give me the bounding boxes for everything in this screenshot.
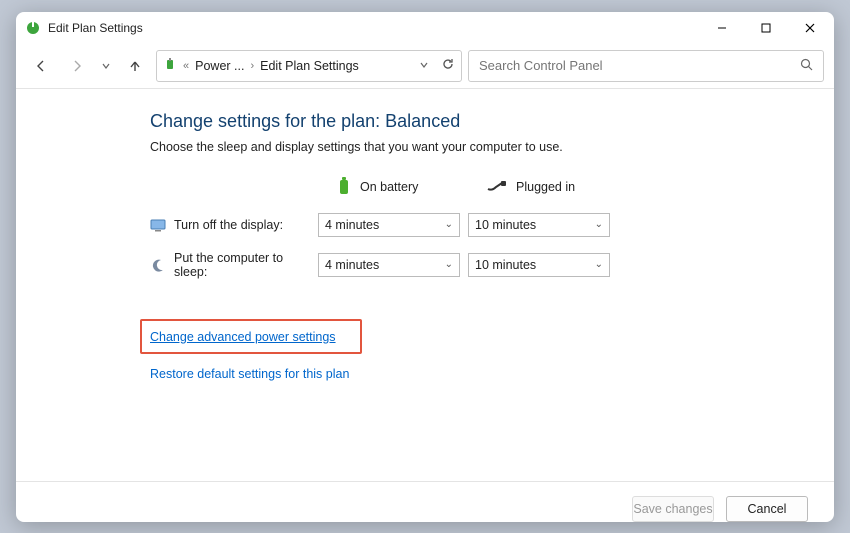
display-icon [150, 217, 166, 233]
search-input[interactable] [479, 58, 800, 73]
content-area: Change settings for the plan: Balanced C… [16, 89, 834, 481]
search-box[interactable] [468, 50, 824, 82]
footer: Save changes Cancel [16, 481, 834, 522]
display-battery-dropdown[interactable]: 4 minutes ⌄ [318, 213, 460, 237]
address-bar[interactable]: « Power ... › Edit Plan Settings [156, 50, 462, 82]
toolbar: « Power ... › Edit Plan Settings [16, 44, 834, 88]
row-sleep-text: Put the computer to sleep: [174, 251, 318, 279]
sleep-battery-value: 4 minutes [325, 258, 379, 272]
sleep-plugged-dropdown[interactable]: 10 minutes ⌄ [468, 253, 610, 277]
chevron-down-icon: ⌄ [445, 219, 453, 230]
search-icon[interactable] [800, 58, 813, 74]
page-heading: Change settings for the plan: Balanced [150, 111, 834, 132]
row-display-label: Turn off the display: [150, 217, 318, 233]
breadcrumb-seg-1[interactable]: Power ... [195, 59, 244, 73]
plug-icon [486, 179, 508, 196]
breadcrumb-seg-2[interactable]: Edit Plan Settings [260, 59, 359, 73]
page-description: Choose the sleep and display settings th… [150, 140, 834, 154]
highlighted-link-box: Change advanced power settings [140, 319, 362, 354]
minimize-button[interactable] [700, 13, 744, 43]
address-dropdown-icon[interactable] [419, 58, 429, 73]
column-plugged-in-label: Plugged in [516, 180, 575, 194]
display-battery-value: 4 minutes [325, 218, 379, 232]
column-on-battery-label: On battery [360, 180, 418, 194]
power-icon [163, 57, 177, 74]
column-on-battery: On battery [318, 176, 468, 199]
sleep-icon [150, 257, 166, 273]
restore-defaults-link[interactable]: Restore default settings for this plan [150, 367, 349, 381]
links-area: Change advanced power settings Restore d… [150, 319, 834, 381]
chevron-down-icon: ⌄ [445, 259, 453, 270]
maximize-button[interactable] [744, 13, 788, 43]
forward-button[interactable] [62, 52, 92, 80]
column-plugged-in: Plugged in [468, 179, 618, 196]
control-panel-window: Edit Plan Settings « Power ... › Edit Pl… [16, 12, 834, 522]
back-button[interactable] [26, 52, 56, 80]
sleep-battery-dropdown[interactable]: 4 minutes ⌄ [318, 253, 460, 277]
settings-grid: On battery Plugged in Turn off the displ… [150, 176, 834, 279]
chevron-right-icon: › [250, 60, 254, 72]
row-display-text: Turn off the display: [174, 218, 283, 232]
row-sleep-label: Put the computer to sleep: [150, 251, 318, 279]
window-title: Edit Plan Settings [48, 21, 700, 35]
display-plugged-value: 10 minutes [475, 218, 536, 232]
recent-dropdown[interactable] [98, 52, 114, 80]
refresh-button[interactable] [441, 57, 455, 74]
sleep-plugged-value: 10 minutes [475, 258, 536, 272]
breadcrumb-prefix: « [183, 60, 189, 72]
chevron-down-icon: ⌄ [595, 219, 603, 230]
cancel-button[interactable]: Cancel [726, 496, 808, 522]
battery-icon [336, 176, 352, 199]
app-icon [24, 19, 42, 37]
chevron-down-icon: ⌄ [595, 259, 603, 270]
save-changes-button: Save changes [632, 496, 714, 522]
close-button[interactable] [788, 13, 832, 43]
up-button[interactable] [120, 52, 150, 80]
display-plugged-dropdown[interactable]: 10 minutes ⌄ [468, 213, 610, 237]
titlebar: Edit Plan Settings [16, 12, 834, 44]
advanced-power-settings-link[interactable]: Change advanced power settings [150, 330, 336, 344]
